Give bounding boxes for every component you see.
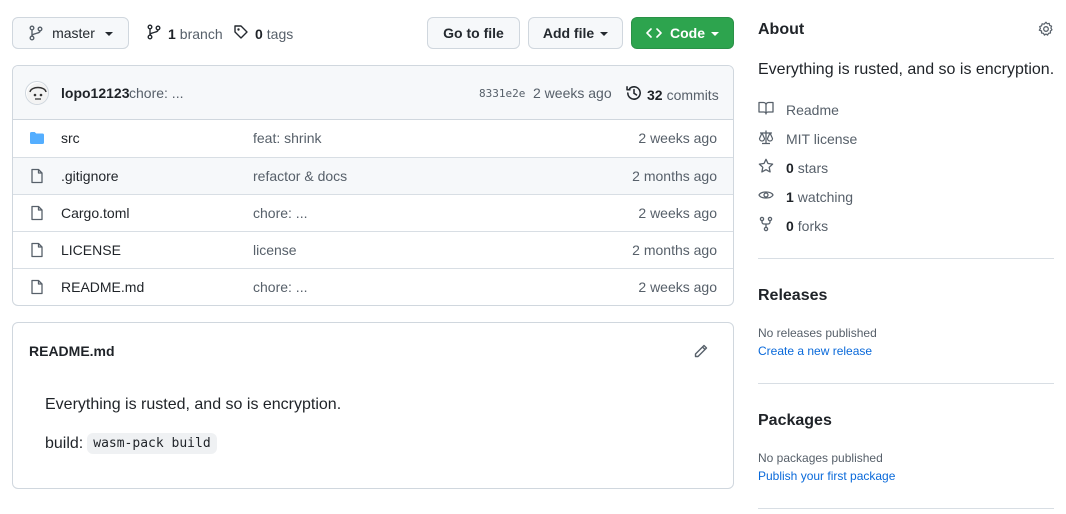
eye-icon [758,187,786,206]
file-commit-message[interactable]: license [253,242,297,258]
build-label: build: [45,434,84,452]
file-row[interactable]: .gitignore refactor & docs 2 months ago [13,157,733,194]
file-name[interactable]: LICENSE [61,242,121,258]
packages-heading[interactable]: Packages [758,412,832,430]
packages-empty-text: No packages published [758,451,883,465]
file-icon [29,279,45,298]
readme-panel: README.md Everything is rusted, and so i… [12,322,734,489]
stars-count: 0 [786,159,794,176]
add-file-button[interactable]: Add file [528,17,623,49]
file-commit-message[interactable]: chore: ... [253,279,307,295]
create-release-link[interactable]: Create a new release [758,344,872,358]
license-label: MIT license [786,130,858,147]
history-icon [625,84,643,105]
chevron-down-icon [711,32,719,36]
publish-package-link[interactable]: Publish your first package [758,469,895,483]
branches-count: 1 [168,25,176,42]
readme-build-line: build: wasm-pack build [45,433,217,454]
file-icon [29,242,45,261]
code-label: Code [670,25,705,41]
commit-author[interactable]: lopo12123 [61,85,129,101]
stars-label: stars [797,159,829,176]
license-link[interactable]: MIT license [758,129,857,148]
forks-link[interactable]: 0 forks [758,216,828,235]
file-row[interactable]: README.md chore: ... 2 weeks ago [13,268,733,305]
readme-title[interactable]: README.md [29,343,115,359]
branch-name: master [52,25,95,41]
folder-icon [29,130,45,149]
file-row[interactable]: LICENSE license 2 months ago [13,231,733,268]
commit-sha[interactable]: 8331e2e [479,87,525,100]
go-to-file-button[interactable]: Go to file [427,17,520,49]
law-icon [758,129,786,148]
commits-history-link[interactable]: 32 commits [625,84,719,105]
file-browser: lopo12123 chore: ... 8331e2e 2 weeks ago… [12,65,734,306]
about-description: Everything is rusted, and so is encrypti… [758,61,1055,78]
watching-link[interactable]: 1 watching [758,187,853,206]
releases-empty-text: No releases published [758,326,877,340]
file-name[interactable]: Cargo.toml [61,205,129,221]
branches-label: branch [179,25,223,42]
git-branch-icon [146,24,168,43]
tag-icon [233,24,255,43]
file-age: 2 months ago [632,242,717,258]
about-heading: About [758,21,805,38]
code-button[interactable]: Code [631,17,734,49]
readme-link[interactable]: Readme [758,100,839,119]
readme-link-label: Readme [786,101,839,118]
sidebar-divider [758,258,1054,259]
file-name[interactable]: .gitignore [61,168,119,184]
sidebar-divider [758,383,1054,384]
avatar[interactable] [25,81,49,105]
file-name[interactable]: src [61,130,80,146]
sidebar-divider [758,508,1054,509]
gear-icon[interactable] [1038,21,1054,40]
releases-heading[interactable]: Releases [758,287,827,305]
file-commit-message[interactable]: refactor & docs [253,168,347,184]
commits-count: 32 [647,86,663,103]
file-age: 2 months ago [632,168,717,184]
file-age: 2 weeks ago [638,205,717,221]
chevron-down-icon [600,32,609,36]
file-commit-message[interactable]: chore: ... [253,205,307,221]
tags-label: tags [266,25,294,42]
tags-count: 0 [255,25,263,42]
file-commit-message[interactable]: feat: shrink [253,130,321,146]
branch-selector-button[interactable]: master [12,17,129,49]
git-branch-icon [28,25,44,41]
fork-icon [758,216,786,235]
file-name[interactable]: README.md [61,279,144,295]
branches-link[interactable]: 1 branch [146,24,223,43]
file-row[interactable]: Cargo.toml chore: ... 2 weeks ago [13,194,733,231]
commit-age: 2 weeks ago [533,85,612,101]
watching-count: 1 [786,188,794,205]
star-icon [758,158,786,177]
file-icon [29,205,45,224]
code-icon [646,25,662,41]
commit-message[interactable]: chore: ... [129,85,183,101]
stars-link[interactable]: 0 stars [758,158,828,177]
tags-link[interactable]: 0 tags [233,24,293,43]
watching-label: watching [797,188,854,205]
book-icon [758,100,786,119]
file-age: 2 weeks ago [638,279,717,295]
go-to-file-label: Go to file [443,25,504,41]
pencil-icon[interactable] [693,343,709,362]
readme-description: Everything is rusted, and so is encrypti… [45,396,342,413]
file-icon [29,168,45,187]
latest-commit-bar: lopo12123 chore: ... 8331e2e 2 weeks ago… [13,66,733,120]
forks-label: forks [797,217,829,234]
file-row[interactable]: src feat: shrink 2 weeks ago [13,120,733,157]
commits-label: commits [666,86,719,103]
chevron-down-icon [104,32,113,36]
build-command: wasm-pack build [87,433,217,454]
file-age: 2 weeks ago [638,130,717,146]
forks-count: 0 [786,217,794,234]
add-file-label: Add file [542,25,595,41]
